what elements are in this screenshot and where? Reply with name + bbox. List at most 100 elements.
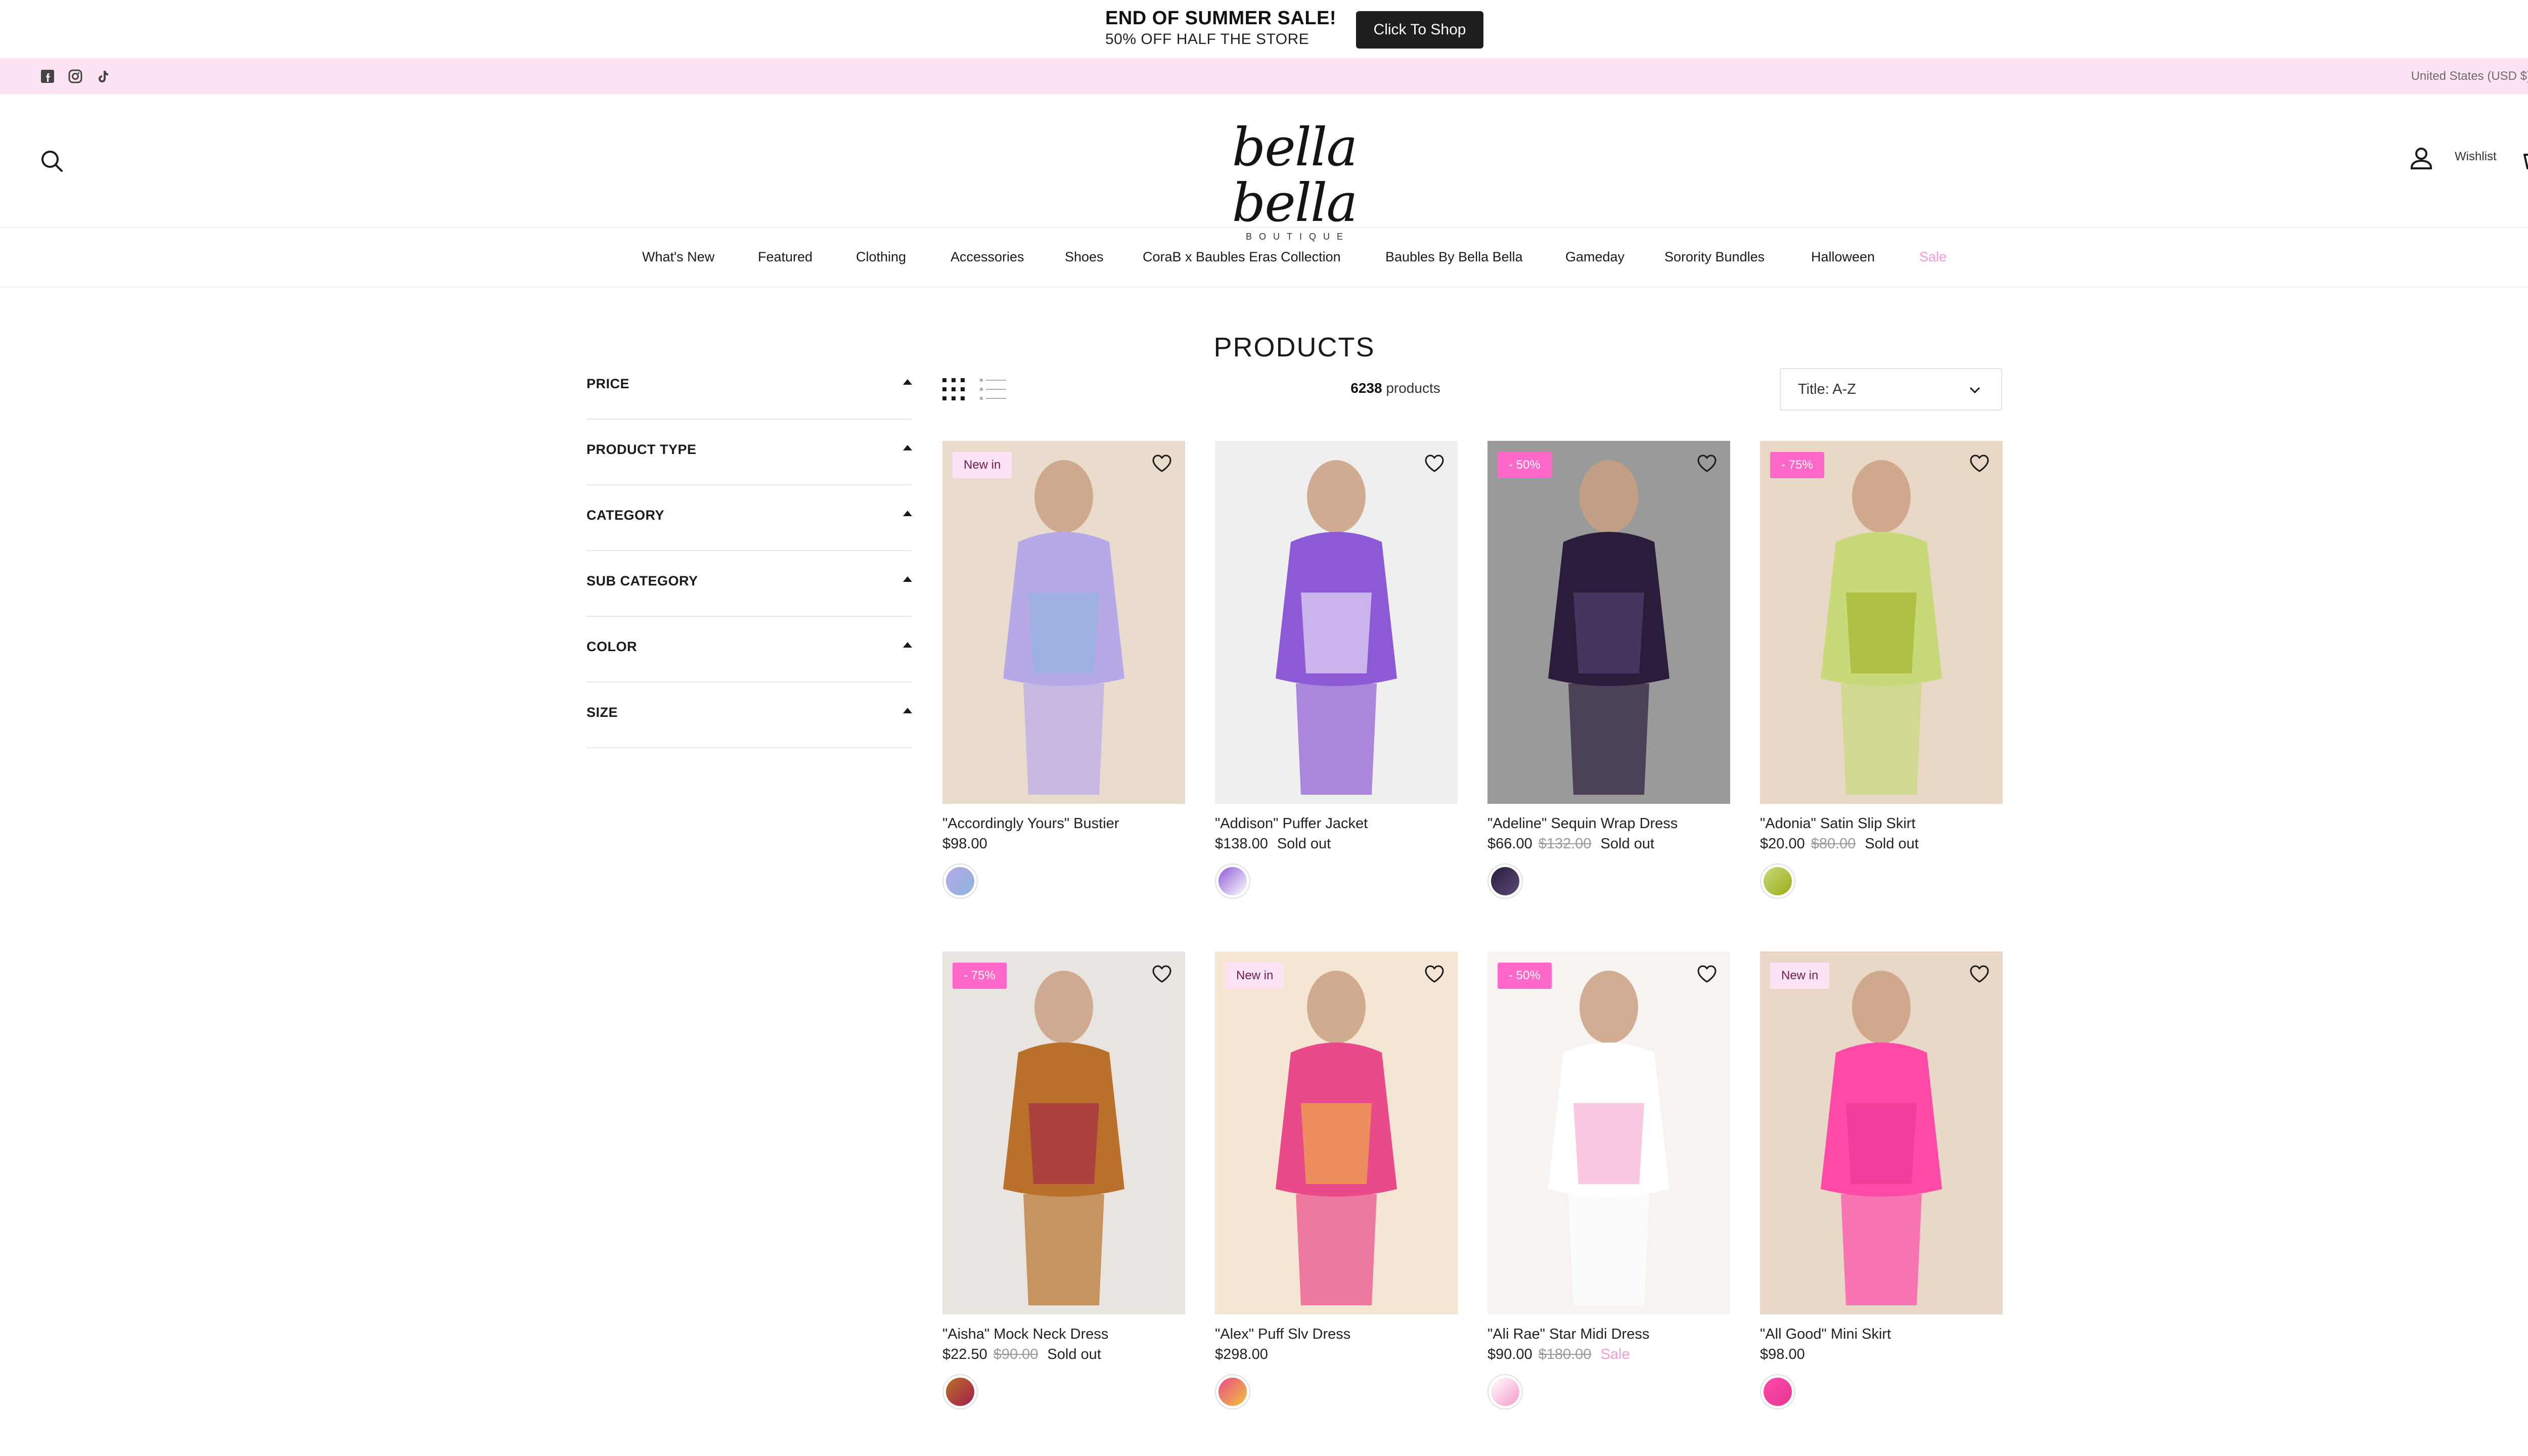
filter-product-type[interactable]: PRODUCT TYPE [586, 420, 912, 485]
swatch-fill [1764, 867, 1792, 895]
product-image[interactable]: - 50% [1487, 441, 1730, 804]
filter-label: PRODUCT TYPE [586, 442, 697, 457]
currency-selector[interactable]: United States (USD $) [2411, 58, 2528, 94]
currency-label: United States (USD $) [2411, 69, 2528, 83]
nav-item-shoes[interactable]: Shoes [1065, 249, 1104, 265]
wishlist-heart-icon[interactable] [1152, 454, 1172, 476]
product-card[interactable]: "Addison" Puffer Jacket $138.00 Sold out [1215, 441, 1458, 899]
chevron-down-icon [1969, 387, 1980, 394]
filter-category[interactable]: CATEGORY [586, 485, 912, 551]
nav-item-eras-collection[interactable]: CoraB x Baubles Eras Collection [1143, 249, 1341, 265]
product-count-suffix: products [1382, 380, 1440, 396]
product-name[interactable]: "Adeline" Sequin Wrap Dress [1487, 814, 1730, 833]
wishlist-heart-icon[interactable] [1697, 454, 1717, 476]
product-name[interactable]: "Alex" Puff Slv Dress [1215, 1325, 1458, 1344]
filter-label: PRICE [586, 376, 630, 391]
product-card[interactable]: New in "Alex" Puff Slv Dress $298.00 [1215, 951, 1458, 1409]
swatch-fill [1218, 1378, 1247, 1406]
product-image[interactable]: New in [942, 441, 1185, 804]
product-name[interactable]: "Aisha" Mock Neck Dress [942, 1325, 1185, 1344]
product-card[interactable]: - 50% "Ali Rae" Star Midi Dress $90.00 $180… [1487, 951, 1730, 1409]
wishlist-heart-icon[interactable] [1969, 965, 1990, 986]
nav-item-accessories[interactable]: Accessories [951, 249, 1024, 265]
nav-item-halloween[interactable]: Halloween [1811, 249, 1875, 265]
caret-up-icon [903, 379, 912, 385]
account-icon[interactable] [2409, 146, 2433, 173]
grid-view-icon[interactable] [941, 377, 966, 404]
filter-price[interactable]: PRICE [586, 354, 912, 420]
sort-select[interactable]: Title: A-Z [1780, 368, 2002, 411]
product-image[interactable] [1215, 441, 1458, 804]
main-nav: What's New Featured Clothing Accessories… [0, 228, 2528, 288]
instagram-icon[interactable] [68, 69, 82, 83]
nav-item-clothing[interactable]: Clothing [856, 249, 906, 265]
search-icon[interactable] [39, 149, 65, 176]
filter-size[interactable]: SIZE [586, 682, 912, 748]
swatch-fill [946, 1378, 974, 1406]
color-swatch[interactable] [1215, 1374, 1250, 1409]
nav-item-whats-new[interactable]: What's New [642, 249, 714, 265]
product-price: $66.00 [1487, 836, 1532, 852]
compare-at-price: $132.00 [1538, 836, 1592, 852]
color-swatch[interactable] [942, 1374, 978, 1409]
color-swatch[interactable] [1760, 863, 1795, 899]
product-price: $90.00 [1487, 1346, 1532, 1362]
announcement-subtitle: 50% OFF HALF THE STORE [1105, 31, 1310, 48]
filter-color[interactable]: COLOR [586, 617, 912, 682]
product-card[interactable]: - 75% "Aisha" Mock Neck Dress $22.50 $90.00… [942, 951, 1185, 1409]
color-swatch[interactable] [1760, 1374, 1795, 1409]
product-price-row: $138.00 Sold out [1215, 833, 1458, 854]
compare-at-price: $90.00 [993, 1346, 1039, 1362]
product-card[interactable]: - 75% "Adonia" Satin Slip Skirt $20.00 $80.… [1760, 441, 2003, 899]
announcement-bar: END OF SUMMER SALE! 50% OFF HALF THE STO… [0, 0, 2528, 58]
nav-item-baubles[interactable]: Baubles By Bella Bella [1385, 249, 1523, 265]
filter-label: CATEGORY [586, 508, 665, 523]
product-card[interactable]: New in "All Good" Mini Skirt $98.00 [1760, 951, 2003, 1409]
product-price: $22.50 [942, 1346, 987, 1362]
sold-out-label: Sold out [1047, 1346, 1101, 1362]
product-image[interactable]: - 75% [1760, 441, 2003, 804]
nav-item-featured[interactable]: Featured [758, 249, 812, 265]
filter-sub-category[interactable]: SUB CATEGORY [586, 551, 912, 617]
sort-value: Title: A-Z [1798, 381, 1856, 397]
nav-item-gameday[interactable]: Gameday [1565, 249, 1624, 265]
top-bar: United States (USD $) [0, 58, 2528, 94]
product-name[interactable]: "Addison" Puffer Jacket [1215, 814, 1458, 833]
sold-out-label: Sold out [1277, 836, 1331, 852]
color-swatch[interactable] [1487, 1374, 1523, 1409]
nav-item-sale[interactable]: Sale [1919, 249, 1947, 265]
wishlist-heart-icon[interactable] [1969, 454, 1990, 476]
caret-up-icon [903, 642, 912, 648]
color-swatch[interactable] [1215, 863, 1250, 899]
product-name[interactable]: "Ali Rae" Star Midi Dress [1487, 1325, 1730, 1344]
product-card[interactable]: - 50% "Adeline" Sequin Wrap Dress $66.00 $1… [1487, 441, 1730, 899]
product-image[interactable]: New in [1215, 951, 1458, 1314]
product-count-number: 6238 [1350, 380, 1382, 396]
wishlist-heart-icon[interactable] [1152, 965, 1172, 986]
product-image[interactable]: - 50% [1487, 951, 1730, 1314]
wishlist-heart-icon[interactable] [1697, 965, 1717, 986]
product-price: $20.00 [1760, 836, 1805, 852]
product-name[interactable]: "Accordingly Yours" Bustier [942, 814, 1185, 833]
product-price-row: $66.00 $132.00 Sold out [1487, 833, 1730, 854]
product-card[interactable]: New in "Accordingly Yours" Bustier $98.00 [942, 441, 1185, 899]
product-image[interactable]: New in [1760, 951, 2003, 1314]
product-name[interactable]: "All Good" Mini Skirt [1760, 1325, 2003, 1344]
tiktok-icon[interactable] [96, 69, 110, 83]
facebook-icon[interactable] [40, 69, 55, 83]
product-name[interactable]: "Adonia" Satin Slip Skirt [1760, 814, 2003, 833]
wishlist-heart-icon[interactable] [1424, 965, 1444, 986]
product-image[interactable]: - 75% [942, 951, 1185, 1314]
color-swatch[interactable] [1487, 863, 1523, 899]
wishlist-link[interactable]: Wishlist [2455, 150, 2497, 164]
wishlist-heart-icon[interactable] [1424, 454, 1444, 476]
compare-at-price: $80.00 [1811, 836, 1856, 852]
product-price: $98.00 [1760, 1346, 1805, 1362]
click-to-shop-button[interactable]: Click To Shop [1356, 11, 1483, 49]
site-logo[interactable]: bella bella BOUTIQUE [1183, 119, 1406, 242]
swatch-fill [946, 867, 974, 895]
nav-item-sorority-bundles[interactable]: Sorority Bundles [1664, 249, 1765, 265]
color-swatch[interactable] [942, 863, 978, 899]
cart-icon[interactable] [2523, 147, 2528, 172]
list-view-icon[interactable] [980, 377, 1006, 404]
